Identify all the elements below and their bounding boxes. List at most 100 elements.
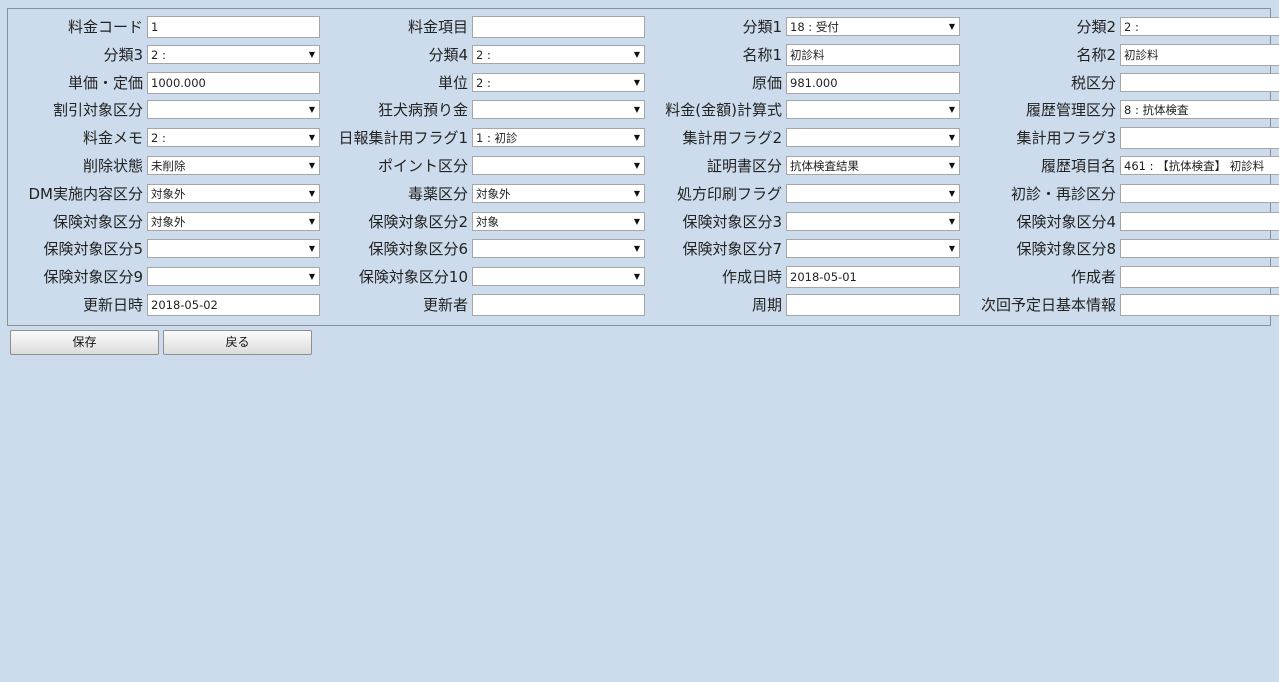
triangle-down-icon: ▼ — [308, 133, 315, 143]
select-field[interactable]: ▼ — [786, 100, 960, 120]
select-field[interactable]: 18 : 受付 ▼ — [786, 17, 960, 36]
field-value: 981.000 — [790, 75, 838, 90]
field-label: 料金メモ — [82, 129, 143, 148]
select-field[interactable]: 2 :▼ — [147, 44, 320, 64]
text-field[interactable] — [472, 16, 645, 38]
field-label: 名称2 — [1076, 45, 1116, 64]
text-field[interactable]: 初診料 — [1120, 43, 1279, 66]
select-field[interactable]: ▼ — [1120, 211, 1279, 231]
field-label: 保険対象区分7 — [682, 240, 782, 259]
field-value: 未削除 — [151, 158, 186, 173]
field-label: DM実施内容区分 — [28, 184, 144, 203]
triangle-down-icon: ▼ — [948, 160, 955, 170]
select-field[interactable]: 1 : 初診 ▼ — [472, 128, 645, 148]
triangle-down-icon: ▼ — [308, 49, 315, 59]
field-value: 2 : — [151, 131, 166, 146]
select-field[interactable]: 2 :▼ — [1120, 17, 1279, 36]
triangle-down-icon: ▼ — [633, 77, 640, 87]
field-label: 単位 — [437, 73, 468, 92]
select-field[interactable]: ▼ — [1120, 183, 1279, 203]
field-value: 初診料 — [790, 47, 825, 62]
field-label: 周期 — [751, 295, 782, 314]
text-field[interactable]: 初診料 — [786, 43, 960, 66]
text-field[interactable] — [1120, 266, 1279, 289]
field-label: 保険対象区分10 — [358, 268, 468, 287]
field-value: 対象外 — [151, 214, 186, 229]
text-field[interactable] — [786, 293, 960, 316]
field-label: 初診・再診区分 — [1010, 184, 1116, 203]
text-field[interactable]: 1 — [147, 16, 320, 38]
field-label: 作成者 — [1070, 268, 1116, 287]
select-field[interactable]: 対象 ▼ — [472, 211, 645, 231]
select-field[interactable]: ▼ — [472, 155, 645, 175]
select-field[interactable]: 2 :▼ — [472, 44, 645, 64]
field-value: 対象外 — [476, 186, 511, 201]
select-field[interactable]: ▼ — [472, 100, 645, 120]
field-label: 単価・定価 — [67, 73, 143, 92]
field-label: 料金(金額)計算式 — [665, 101, 782, 120]
form-grid: 料金コード1料金項目分類118 : 受付▼分類22 :▼分類32 :▼分類42 … — [8, 9, 1279, 321]
select-field[interactable]: 対象外 ▼ — [147, 183, 320, 203]
select-field[interactable]: ▼ — [786, 211, 960, 231]
select-field[interactable]: ▼ — [472, 267, 645, 287]
select-field[interactable]: 461 : 【抗体検査】 初診料▼ — [1120, 155, 1279, 175]
field-label: 料金コード — [67, 18, 143, 36]
field-label: 原価 — [751, 73, 782, 92]
field-value: 対象 — [476, 214, 499, 229]
select-field[interactable]: 2 : ▼ — [147, 128, 320, 148]
field-label: 更新日時 — [82, 295, 143, 314]
field-label: 処方印刷フラグ — [676, 184, 782, 203]
field-label: 名称1 — [742, 45, 782, 64]
text-field[interactable]: 981.000 — [786, 71, 960, 94]
select-field[interactable]: 対象外 ▼ — [472, 183, 645, 203]
field-value: 抗体検査結果 — [790, 158, 859, 173]
triangle-down-icon: ▼ — [308, 244, 315, 254]
field-value: 初診料 — [1124, 47, 1159, 62]
text-field[interactable] — [472, 293, 645, 316]
triangle-down-icon: ▼ — [948, 22, 955, 31]
select-field[interactable]: ▼ — [1120, 239, 1279, 259]
back-button[interactable]: 戻る — [163, 330, 312, 355]
field-value: 18 : 受付 — [790, 20, 839, 34]
select-field[interactable]: ▼ — [786, 239, 960, 259]
text-field[interactable]: 2018-05-02 — [147, 293, 320, 316]
field-label: 日報集計用フラグ1 — [338, 129, 468, 148]
triangle-down-icon: ▼ — [633, 133, 640, 143]
select-field[interactable]: 未削除 ▼ — [147, 155, 320, 175]
field-label: 証明書区分 — [706, 156, 782, 175]
field-label: 保険対象区分2 — [368, 212, 468, 231]
field-label: 集計用フラグ3 — [1016, 129, 1116, 148]
text-field[interactable]: 2018-05-01 — [786, 266, 960, 289]
select-field[interactable]: ▼ — [786, 128, 960, 148]
select-field[interactable]: 8 : 抗体検査▼ — [1120, 100, 1279, 120]
select-field[interactable]: 2 : ▼ — [472, 72, 645, 92]
text-field[interactable] — [1120, 293, 1279, 316]
select-field[interactable]: ▼ — [147, 267, 320, 287]
field-value: 2 : — [476, 75, 491, 90]
field-label: 毒薬区分 — [407, 184, 468, 203]
select-field[interactable]: ▼ — [472, 239, 645, 259]
save-button[interactable]: 保存 — [10, 330, 159, 355]
field-label: 作成日時 — [721, 268, 782, 287]
field-label: 保険対象区分 — [52, 212, 143, 231]
field-label: 割引対象区分 — [52, 101, 143, 120]
triangle-down-icon: ▼ — [308, 216, 315, 226]
field-value: 8 : 抗体検査 — [1124, 103, 1189, 118]
triangle-down-icon: ▼ — [308, 105, 315, 115]
select-field[interactable]: ▼ — [147, 239, 320, 259]
triangle-down-icon: ▼ — [633, 272, 640, 282]
triangle-down-icon: ▼ — [948, 188, 955, 198]
triangle-down-icon: ▼ — [308, 188, 315, 198]
field-label: 保険対象区分9 — [43, 268, 143, 287]
field-label: ポイント区分 — [377, 156, 468, 175]
text-field[interactable] — [1120, 127, 1279, 150]
triangle-down-icon: ▼ — [633, 160, 640, 170]
select-field[interactable]: 対象外 ▼ — [147, 211, 320, 231]
select-field[interactable]: ▼ — [786, 183, 960, 203]
select-field[interactable]: 抗体検査結果 ▼ — [786, 155, 960, 175]
triangle-down-icon: ▼ — [948, 133, 955, 143]
select-field[interactable]: ▼ — [147, 100, 320, 120]
text-field[interactable]: 1000.000 — [147, 71, 320, 94]
triangle-down-icon: ▼ — [633, 105, 640, 115]
select-field[interactable]: ▼ — [1120, 72, 1279, 92]
